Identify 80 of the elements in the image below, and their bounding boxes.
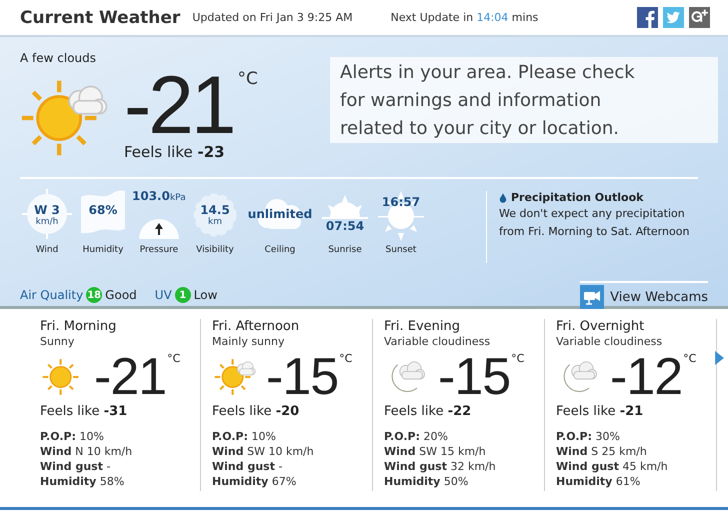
period-title: Fri. Morning <box>40 319 118 334</box>
next-arrow-icon[interactable] <box>715 351 724 365</box>
detail-text: Wind gust - <box>40 459 112 474</box>
facebook-icon[interactable] <box>637 7 658 28</box>
webcams-link[interactable]: View Webcams <box>580 281 708 309</box>
detail-text: Humidity 61% <box>556 474 642 489</box>
index-label[interactable]: UV <box>154 288 172 302</box>
stat-value: 07:54 <box>326 219 364 233</box>
next-update-text: Next Update in 14:04 mins <box>390 11 538 24</box>
sun-outline-icon <box>376 189 426 241</box>
detail-text: Humidity 67% <box>212 474 298 489</box>
detail-text: Wind gust 45 km/h <box>556 459 669 474</box>
temperature: -15 <box>438 352 510 402</box>
detail-text: Wind gust 32 km/h <box>384 459 497 474</box>
stat-unit: km/h <box>36 217 58 227</box>
feels-like-text: Feels like -23 <box>124 143 226 161</box>
drop-icon <box>499 192 507 202</box>
temperature: -15 <box>266 352 338 402</box>
detail-text: P.O.P: 10% <box>212 429 277 444</box>
detail-text: Wind gust - <box>212 459 284 474</box>
stat-label: Sunset <box>386 245 416 255</box>
temperature: -21 <box>94 352 166 402</box>
detail-text: Humidity 50% <box>384 474 470 489</box>
temperature-unit: °C <box>339 352 352 365</box>
stat-value: unlimited <box>248 207 312 221</box>
detail-text: Wind SW 10 km/h <box>212 444 315 459</box>
compass-icon <box>22 189 72 241</box>
period-title: Fri. Overnight <box>556 319 646 334</box>
condition-text: Variable cloudiness <box>384 335 492 348</box>
detail-text: Wind S 25 km/h <box>556 444 648 459</box>
feels-like-text: Feels like -31 <box>40 404 128 419</box>
period-title: Fri. Evening <box>384 319 462 334</box>
temperature: -21 <box>124 71 234 141</box>
condition-text: A few clouds <box>20 51 98 65</box>
temperature: -12 <box>610 352 682 402</box>
stat-label: Sunrise <box>328 245 362 255</box>
detail-text: Humidity 58% <box>40 474 126 489</box>
stat-unit: km <box>208 217 222 227</box>
temperature-unit: °C <box>683 352 696 365</box>
stat-value: W 3 <box>34 203 60 217</box>
google-plus-icon[interactable] <box>689 7 710 28</box>
detail-text: Wind N 10 km/h <box>40 444 134 459</box>
index-label[interactable]: Air Quality <box>20 288 84 302</box>
sun-cloud-icon <box>212 356 256 398</box>
stat-label: Pressure <box>140 245 178 255</box>
sunrise-icon <box>322 195 368 219</box>
detail-text: P.O.P: 10% <box>40 429 105 444</box>
stat-value: 68% <box>88 203 118 217</box>
feels-like-text: Feels like -22 <box>384 404 472 419</box>
stat-value: 16:57 <box>382 195 420 209</box>
detail-text: P.O.P: 20% <box>384 429 449 444</box>
temperature-unit: °C <box>238 69 258 89</box>
condition-text: Sunny <box>40 335 76 348</box>
precipitation-text: We don't expect any precipitation from Fri. Morning to Sat. Afternoon <box>499 206 690 240</box>
stat-value: 14.5 <box>200 203 230 217</box>
updated-time: Updated on Fri Jan 3 9:25 AM <box>192 11 353 24</box>
detail-text: P.O.P: 30% <box>556 429 621 444</box>
temperature-unit: °C <box>511 352 524 365</box>
page-title: Current Weather <box>20 8 180 28</box>
index-rating: Good <box>105 288 137 302</box>
stat-label: Visibility <box>196 245 234 255</box>
stat-label: Ceiling <box>264 245 296 255</box>
video-camera-icon <box>580 285 604 309</box>
detail-text: Wind SW 15 km/h <box>384 444 487 459</box>
index-badge: 1 <box>174 287 191 303</box>
gauge-icon <box>139 219 179 239</box>
index-badge: 18 <box>86 287 102 303</box>
stat-label: Humidity <box>82 245 124 255</box>
feels-like-text: Feels like -20 <box>212 404 300 419</box>
feels-like-text: Feels like -21 <box>556 404 644 419</box>
section-title: Precipitation Outlook <box>511 191 644 204</box>
stat-unit: kPa <box>170 193 186 203</box>
alert-message: Alerts in your area. Please check for warnings and information related to your city or location. <box>330 57 718 143</box>
stat-label: Wind <box>36 245 58 255</box>
temperature-unit: °C <box>167 352 180 365</box>
index-rating: Low <box>194 288 218 302</box>
period-title: Fri. Afternoon <box>212 319 300 334</box>
stat-value: 103.0 <box>132 189 170 203</box>
condition-text: Mainly sunny <box>212 335 286 348</box>
condition-text: Variable cloudiness <box>556 335 664 348</box>
